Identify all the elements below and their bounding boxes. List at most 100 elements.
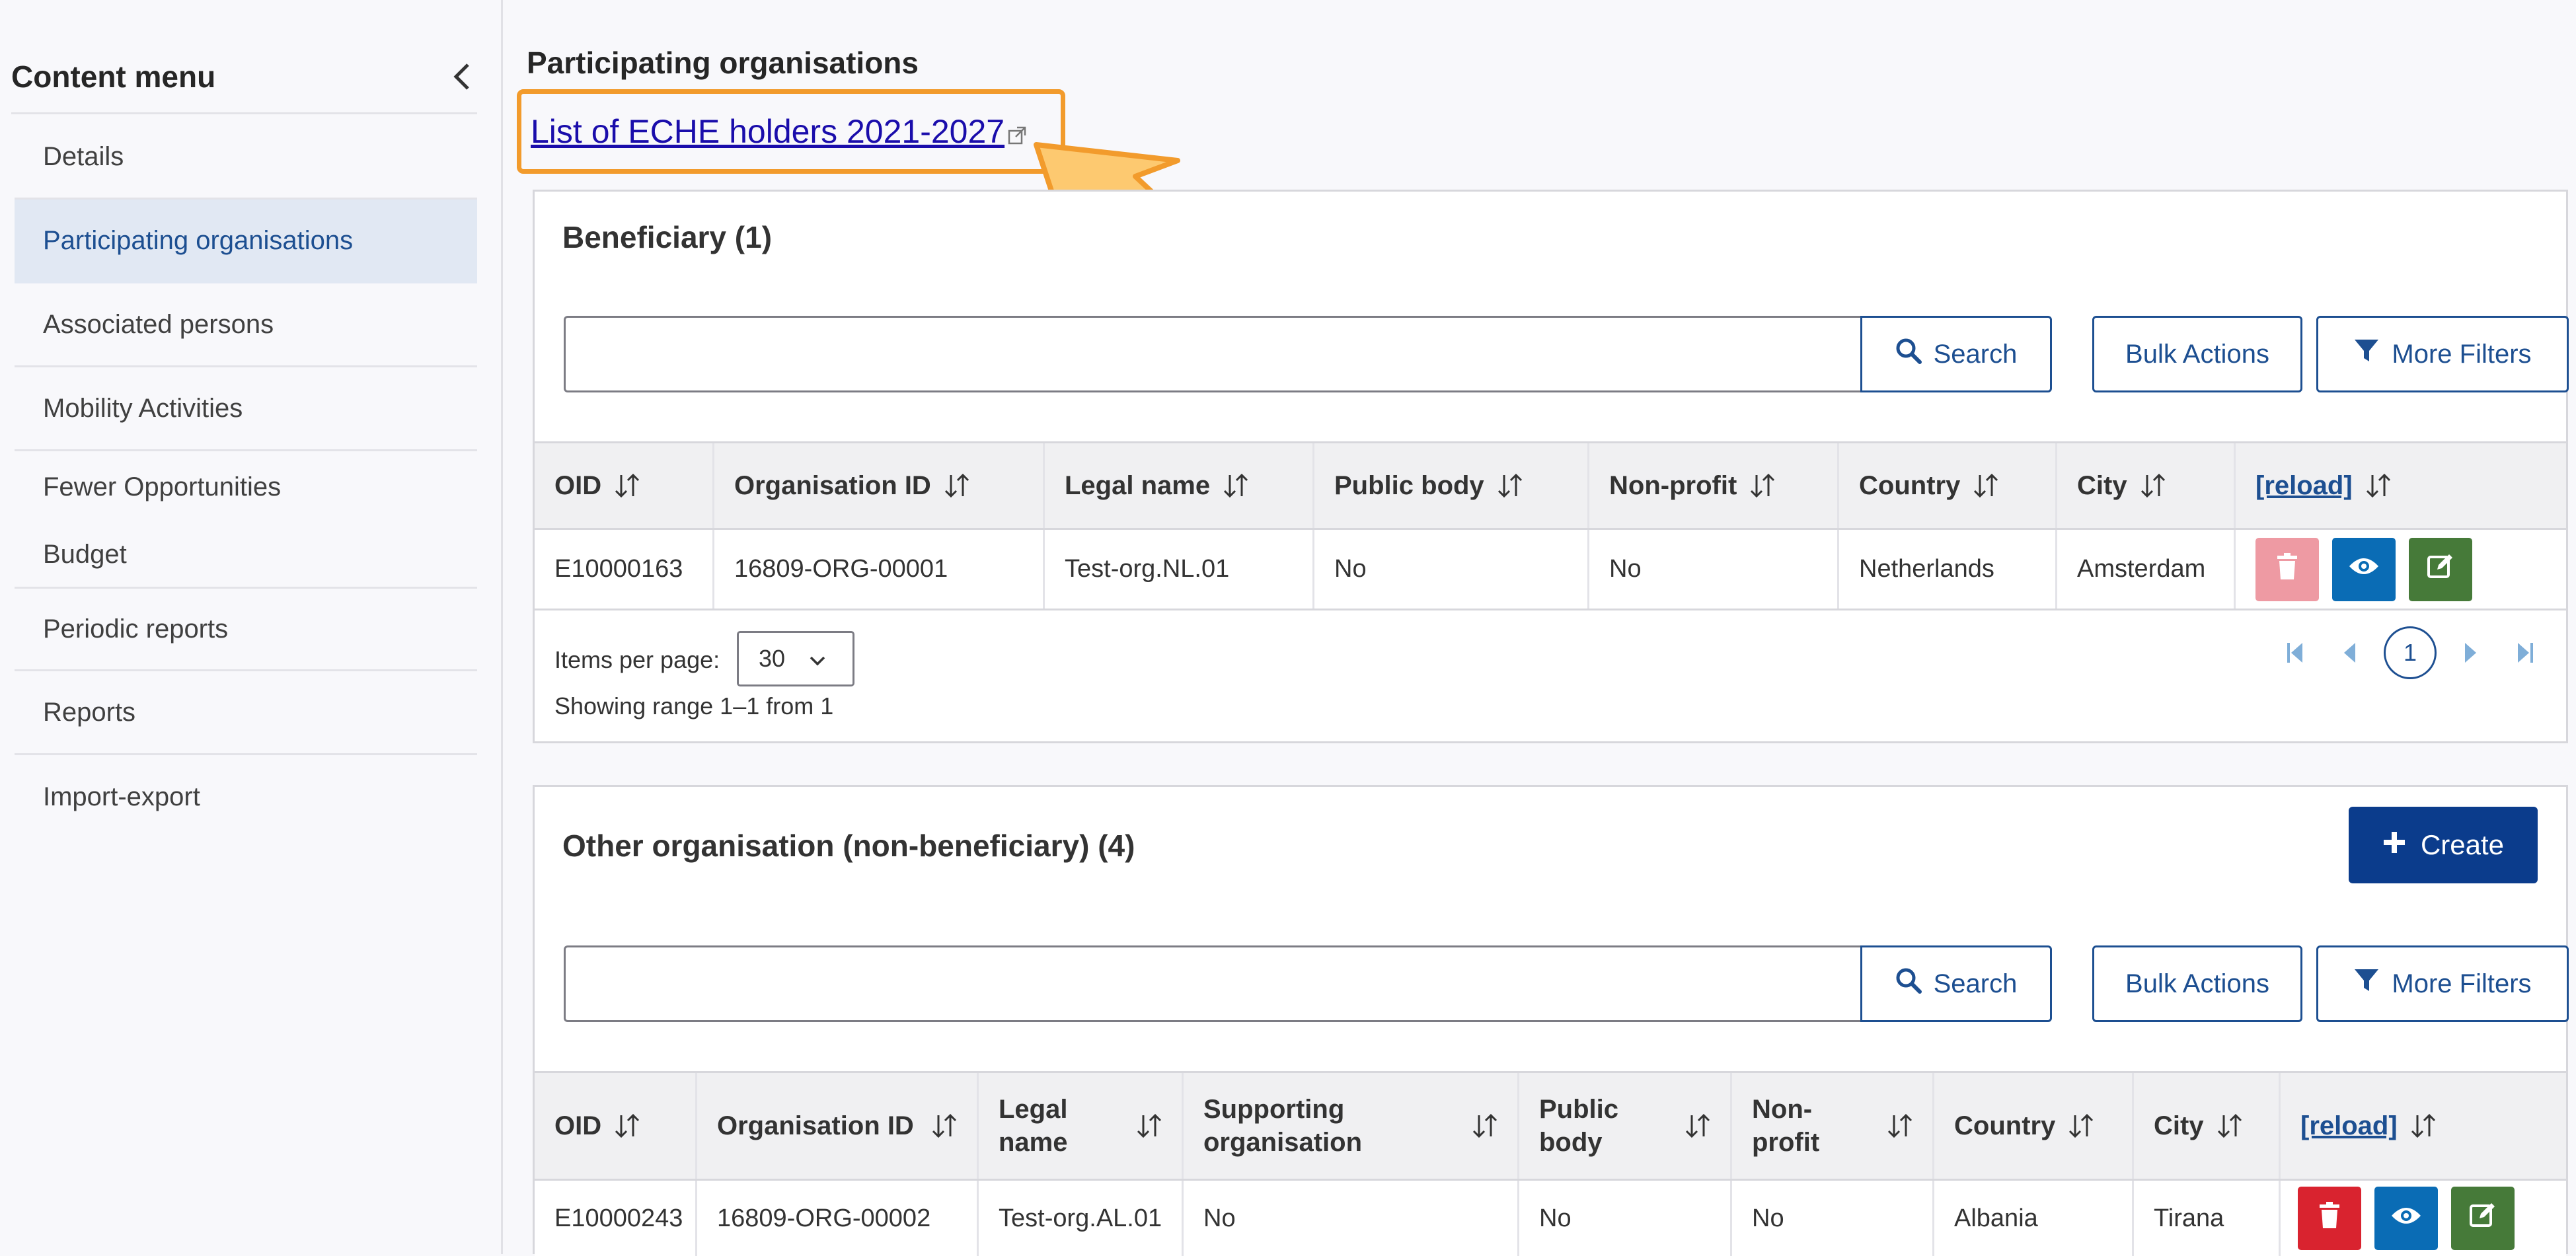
sort-icon[interactable]: [2216, 1113, 2245, 1139]
page-number-button[interactable]: 1: [2384, 626, 2437, 679]
beneficiary-search-input[interactable]: [564, 316, 1860, 392]
previous-page-icon[interactable]: [2330, 633, 2369, 673]
last-page-icon[interactable]: [2505, 633, 2545, 673]
search-button-label: Search: [1933, 339, 2018, 369]
column-header-public-body[interactable]: Public body: [1314, 443, 1589, 528]
sidebar-item-label: Fewer Opportunities: [43, 472, 282, 501]
external-link-icon: [1007, 115, 1027, 153]
cell-organisation-id: 16809-ORG-00001: [714, 530, 1045, 609]
sidebar-item-import-export[interactable]: Import-export: [15, 755, 477, 839]
sort-icon[interactable]: [1972, 472, 2001, 499]
sidebar-item-fewer-opportunities[interactable]: Fewer Opportunities: [15, 451, 477, 523]
column-header-public-body[interactable]: Public body: [1519, 1073, 1732, 1179]
sort-icon[interactable]: [1135, 1113, 1164, 1139]
column-header-supporting-organisation[interactable]: Supporting organisation: [1184, 1073, 1519, 1179]
sidebar-item-details[interactable]: Details: [15, 116, 477, 200]
other-organisation-panel: Other organisation (non-beneficiary) (4)…: [533, 785, 2569, 1256]
beneficiary-search-button[interactable]: Search: [1860, 316, 2052, 392]
edit-button[interactable]: [2451, 1187, 2515, 1250]
column-header-organisation-id[interactable]: Organisation ID: [697, 1073, 979, 1179]
column-header-label: Non-profit: [1752, 1095, 1820, 1157]
eye-icon: [2390, 1204, 2422, 1233]
sort-icon[interactable]: [930, 1113, 960, 1139]
other-bulk-actions-button[interactable]: Bulk Actions: [2092, 945, 2302, 1022]
sidebar-item-label: Periodic reports: [43, 614, 229, 644]
column-header-country[interactable]: Country: [1934, 1073, 2134, 1179]
reload-link[interactable]: [reload]: [2300, 1109, 2398, 1142]
column-header-legal-name[interactable]: Legal name: [1045, 443, 1314, 528]
sort-icon[interactable]: [1749, 472, 1778, 499]
column-header-city[interactable]: City: [2057, 443, 2236, 528]
sidebar-item-associated-persons[interactable]: Associated persons: [15, 283, 477, 367]
sort-icon[interactable]: [613, 1113, 642, 1139]
more-filters-label: More Filters: [2392, 969, 2532, 998]
cell-public-body: No: [1314, 530, 1589, 609]
table-row: E10000243 16809-ORG-00002 Test-org.AL.01…: [535, 1181, 2566, 1256]
beneficiary-bulk-actions-button[interactable]: Bulk Actions: [2092, 316, 2302, 392]
other-table-header: OID Organisation ID Legal name Supportin…: [535, 1071, 2566, 1181]
cell-non-profit: No: [1732, 1181, 1934, 1256]
sort-icon[interactable]: [943, 472, 972, 499]
filter-icon: [2353, 338, 2380, 371]
other-search-button[interactable]: Search: [1860, 945, 2052, 1022]
cell-country: Netherlands: [1839, 530, 2057, 609]
cell-city: Tirana: [2134, 1181, 2281, 1256]
beneficiary-more-filters-button[interactable]: More Filters: [2316, 316, 2569, 392]
cell-actions: [2236, 530, 2566, 609]
edit-button[interactable]: [2409, 537, 2472, 601]
content-menu-list: Details Participating organisations Asso…: [15, 116, 477, 839]
sort-icon[interactable]: [1496, 472, 1525, 499]
column-header-city[interactable]: City: [2134, 1073, 2281, 1179]
sort-icon[interactable]: [1684, 1113, 1713, 1139]
sidebar-item-budget[interactable]: Budget: [15, 523, 477, 589]
sort-icon[interactable]: [2365, 472, 2394, 499]
sidebar-item-label: Budget: [43, 540, 127, 569]
column-header-reload: [reload]: [2236, 443, 2566, 528]
other-search-input[interactable]: [564, 945, 1860, 1022]
view-button[interactable]: [2332, 537, 2396, 601]
sort-icon[interactable]: [2067, 1113, 2096, 1139]
column-header-label: Organisation ID: [717, 1111, 914, 1140]
eche-holders-link-text: List of ECHE holders 2021-2027: [531, 113, 1005, 150]
edit-icon: [2469, 1201, 2497, 1236]
eche-holders-link[interactable]: List of ECHE holders 2021-2027: [531, 112, 1027, 153]
delete-button[interactable]: [2255, 537, 2319, 601]
chevron-left-icon[interactable]: [447, 61, 477, 92]
sort-icon[interactable]: [2409, 1113, 2439, 1139]
view-button[interactable]: [2374, 1187, 2438, 1250]
content-menu-title: Content menu: [11, 59, 216, 94]
sidebar-item-label: Details: [43, 141, 124, 171]
column-header-country[interactable]: Country: [1839, 443, 2057, 528]
column-header-oid[interactable]: OID: [535, 1073, 697, 1179]
items-per-page-select[interactable]: 30: [737, 631, 854, 686]
plus-icon: [2382, 829, 2406, 861]
sort-icon[interactable]: [1222, 472, 1251, 499]
other-more-filters-button[interactable]: More Filters: [2316, 945, 2569, 1022]
sort-icon[interactable]: [1471, 1113, 1500, 1139]
column-header-organisation-id[interactable]: Organisation ID: [714, 443, 1045, 528]
first-page-icon[interactable]: [2275, 633, 2315, 673]
column-header-legal-name[interactable]: Legal name: [979, 1073, 1184, 1179]
sort-icon[interactable]: [613, 472, 642, 499]
sort-icon[interactable]: [1886, 1113, 1915, 1139]
bulk-actions-label: Bulk Actions: [2125, 969, 2269, 998]
filter-icon: [2353, 967, 2380, 1000]
other-organisation-title: Other organisation (non-beneficiary) (4): [562, 829, 1135, 863]
column-header-label: Public body: [1334, 471, 1484, 500]
sidebar-item-reports[interactable]: Reports: [15, 671, 477, 755]
delete-button[interactable]: [2298, 1187, 2361, 1250]
column-header-label: Public body: [1539, 1095, 1619, 1157]
beneficiary-search-bar: Search Bulk Actions More Filters: [564, 316, 2569, 392]
column-header-oid[interactable]: OID: [535, 443, 714, 528]
reload-link[interactable]: [reload]: [2255, 469, 2353, 502]
sidebar-item-mobility-activities[interactable]: Mobility Activities: [15, 367, 477, 451]
cell-actions: [2281, 1181, 2566, 1256]
column-header-non-profit[interactable]: Non-profit: [1732, 1073, 1934, 1179]
sidebar-item-periodic-reports[interactable]: Periodic reports: [15, 589, 477, 671]
next-page-icon[interactable]: [2451, 633, 2491, 673]
column-header-non-profit[interactable]: Non-profit: [1589, 443, 1839, 528]
create-button[interactable]: Create: [2349, 807, 2538, 883]
column-header-label: City: [2154, 1111, 2204, 1140]
sort-icon[interactable]: [2139, 472, 2168, 499]
sidebar-item-participating-organisations[interactable]: Participating organisations: [15, 200, 477, 283]
